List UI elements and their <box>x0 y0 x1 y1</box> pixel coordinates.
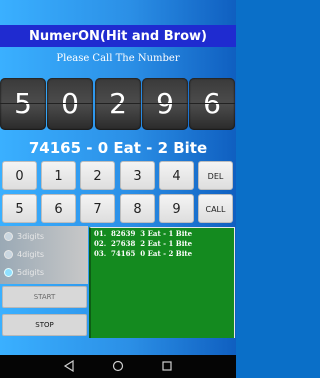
option-5digits[interactable]: 5digits <box>4 266 88 280</box>
option-3digits[interactable]: 3digits <box>4 230 88 244</box>
radio-button[interactable] <box>4 250 13 259</box>
guess-history-log: 01. 82639 3 Eat - 1 Bite 02. 27638 2 Eat… <box>89 227 235 338</box>
digit-5: 6 <box>189 78 235 130</box>
radio-button[interactable] <box>4 232 13 241</box>
log-entry: 01. 82639 3 Eat - 1 Bite <box>94 229 193 238</box>
digit-display: 5 0 2 9 6 <box>0 78 236 130</box>
result-text: 74165 - 0 Eat - 2 Bite <box>28 139 208 157</box>
digit-2: 0 <box>47 78 93 130</box>
call-button[interactable]: CALL <box>198 194 233 223</box>
key-2[interactable]: 2 <box>80 161 115 190</box>
back-icon[interactable] <box>63 360 75 372</box>
log-entry: 02. 27638 2 Eat - 1 Bite <box>94 239 193 248</box>
option-label: 5digits <box>17 268 44 277</box>
delete-button[interactable]: DEL <box>198 161 233 190</box>
page-title: NumerON(Hit and Brow) <box>29 29 207 44</box>
digit-4: 9 <box>142 78 188 130</box>
key-0[interactable]: 0 <box>2 161 37 190</box>
digit-options: 3digits 4digits 5digits <box>0 226 88 284</box>
recents-icon[interactable] <box>161 360 173 372</box>
system-nav-bar <box>0 355 236 378</box>
key-9[interactable]: 9 <box>159 194 194 223</box>
key-5[interactable]: 5 <box>2 194 37 223</box>
stop-button[interactable]: STOP <box>2 314 87 336</box>
option-label: 4digits <box>17 250 44 259</box>
key-4[interactable]: 4 <box>159 161 194 190</box>
log-entry: 03. 74165 0 Eat - 2 Bite <box>94 249 193 258</box>
app-screen: NumerON(Hit and Brow) Please Call The Nu… <box>0 0 236 355</box>
digit-1: 5 <box>0 78 46 130</box>
key-7[interactable]: 7 <box>80 194 115 223</box>
key-3[interactable]: 3 <box>120 161 155 190</box>
home-icon[interactable] <box>112 360 124 372</box>
key-8[interactable]: 8 <box>120 194 155 223</box>
key-6[interactable]: 6 <box>41 194 76 223</box>
key-1[interactable]: 1 <box>41 161 76 190</box>
digit-3: 2 <box>95 78 141 130</box>
radio-button-selected[interactable] <box>4 268 13 277</box>
subtitle: Please Call The Number <box>56 53 180 64</box>
option-label: 3digits <box>17 232 44 241</box>
option-4digits[interactable]: 4digits <box>4 248 88 262</box>
start-button[interactable]: START <box>2 286 87 308</box>
